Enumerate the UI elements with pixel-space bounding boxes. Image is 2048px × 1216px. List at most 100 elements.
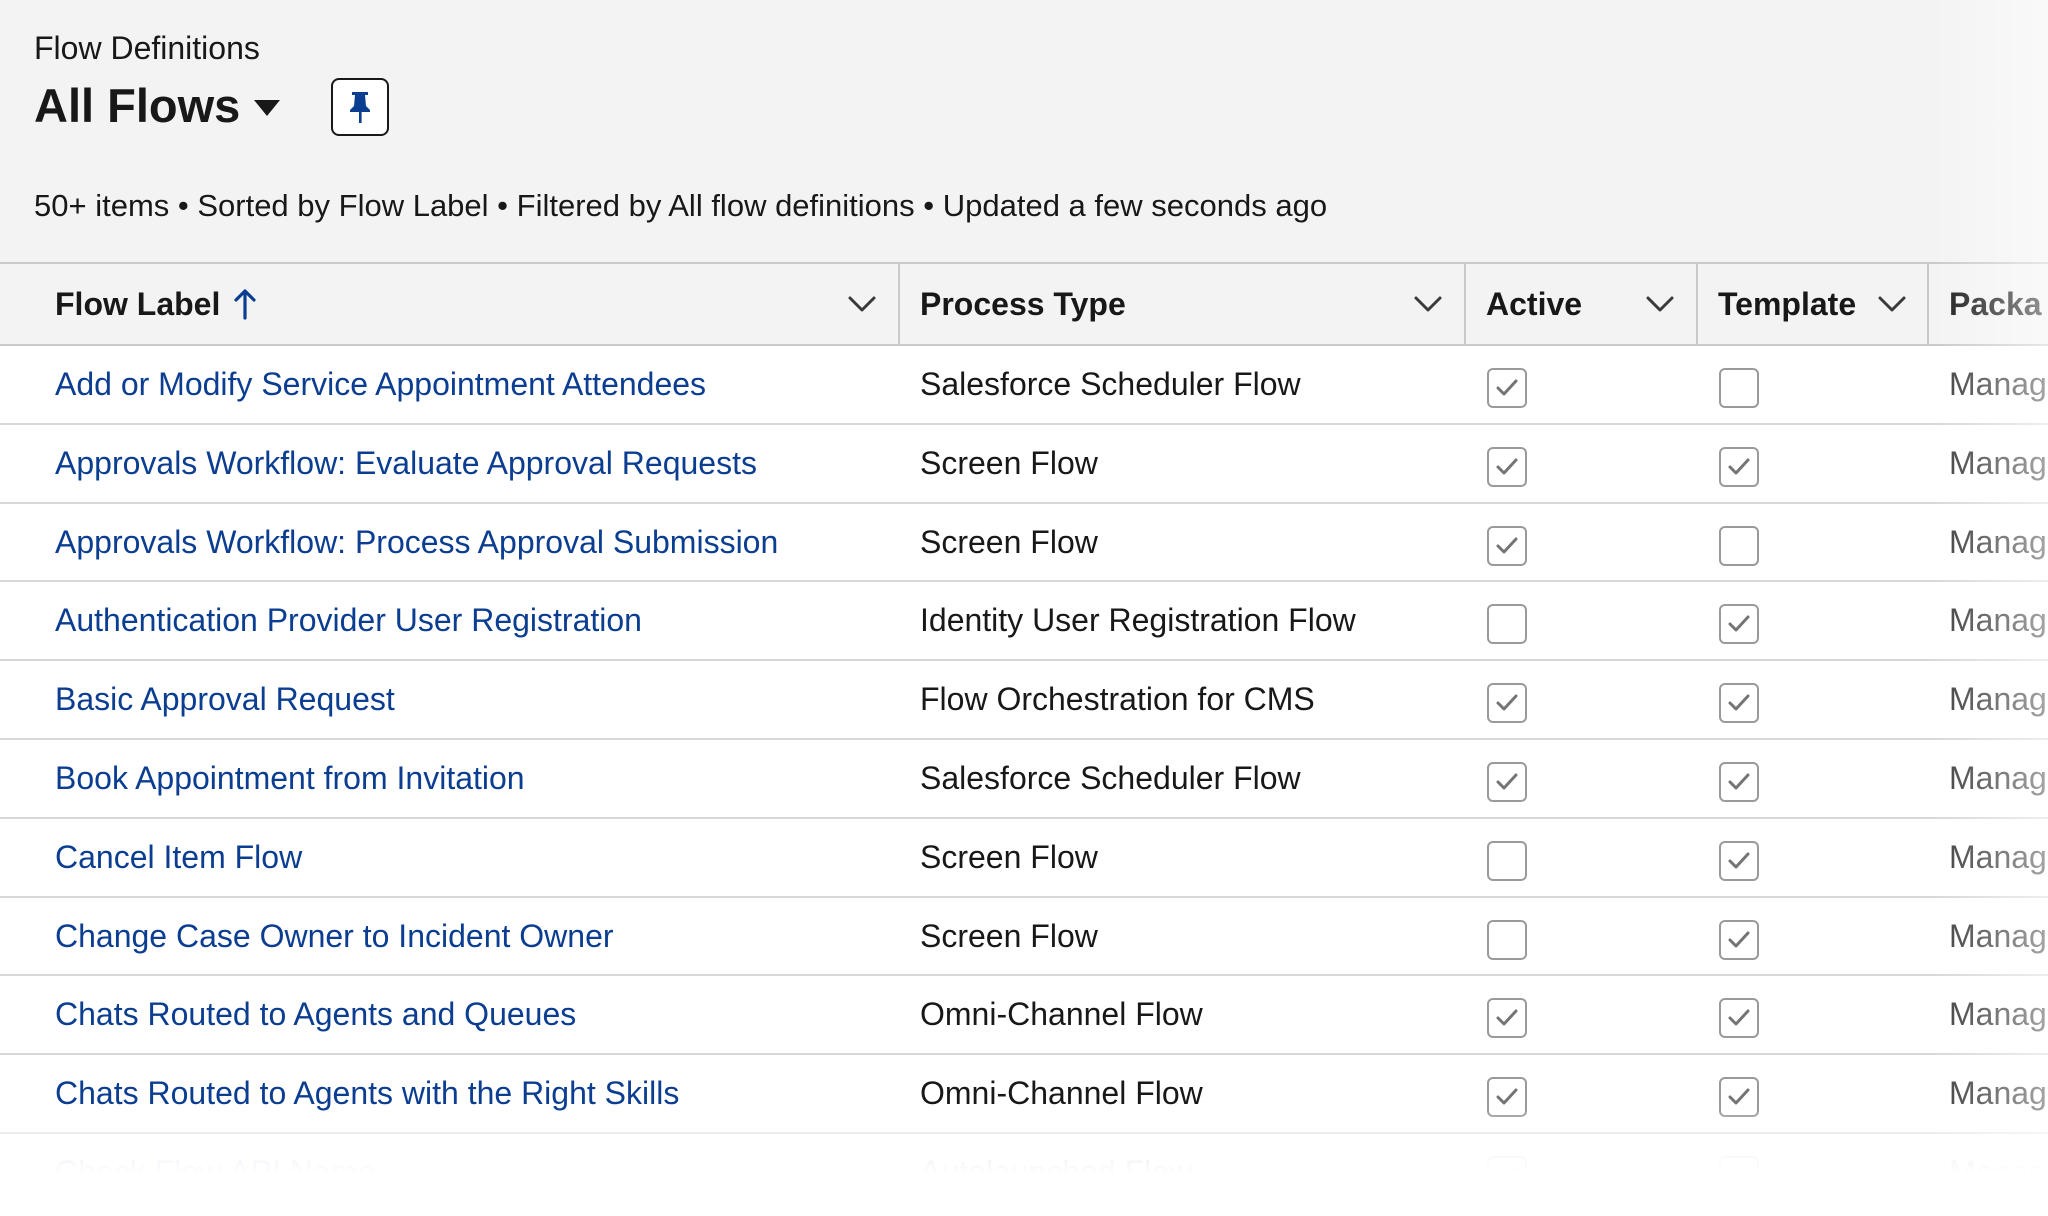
package-state-cell: Manag xyxy=(1949,681,2047,718)
flow-label-link[interactable]: Check Flow API Name xyxy=(55,1134,375,1210)
caret-down-icon[interactable] xyxy=(254,100,280,116)
checkmark-icon xyxy=(1728,1088,1750,1105)
column-header-flow-label[interactable]: Flow Label xyxy=(0,264,900,344)
process-type-cell: Identity User Registration Flow xyxy=(920,602,1356,639)
table-row: Chats Routed to Agents with the Right Sk… xyxy=(0,1055,2048,1134)
chevron-down-icon[interactable] xyxy=(1876,288,1908,320)
active-checkbox xyxy=(1487,840,1527,881)
checkmark-icon xyxy=(1728,773,1750,790)
checkmark-icon xyxy=(1728,852,1750,869)
chevron-down-icon[interactable] xyxy=(1644,288,1676,320)
package-state-cell: Manag xyxy=(1949,602,2047,639)
package-state-cell: Manag xyxy=(1949,996,2047,1033)
active-checkbox xyxy=(1487,683,1527,724)
list-view-summary: 50+ items • Sorted by Flow Label • Filte… xyxy=(34,188,1328,223)
column-header-active[interactable]: Active xyxy=(1466,264,1698,344)
checkmark-icon xyxy=(1496,1009,1518,1026)
template-checkbox xyxy=(1719,1155,1759,1196)
template-checkbox xyxy=(1719,998,1759,1039)
chevron-down-icon[interactable] xyxy=(846,288,878,320)
list-view-header: Flow Definitions All Flows 50+ items • S… xyxy=(0,0,2048,262)
table-row: Chats Routed to Agents and Queues Omni-C… xyxy=(0,976,2048,1056)
table-row: Add or Modify Service Appointment Attend… xyxy=(0,346,2048,425)
flow-label-link[interactable]: Approvals Workflow: Process Approval Sub… xyxy=(55,504,778,580)
column-label: Packa xyxy=(1949,286,2042,322)
template-checkbox xyxy=(1719,525,1759,566)
process-type-cell: Omni-Channel Flow xyxy=(920,996,1203,1033)
flow-label-link[interactable]: Authentication Provider User Registratio… xyxy=(55,582,642,658)
template-checkbox xyxy=(1719,761,1759,802)
active-checkbox xyxy=(1487,998,1527,1039)
flow-label-link[interactable]: Chats Routed to Agents and Queues xyxy=(55,976,576,1052)
column-label: Template xyxy=(1718,286,1857,322)
list-view-title[interactable]: All Flows xyxy=(34,78,240,133)
active-checkbox xyxy=(1487,604,1527,645)
process-type-cell: Screen Flow xyxy=(920,444,1098,481)
table-row: Change Case Owner to Incident Owner Scre… xyxy=(0,897,2048,977)
checkmark-icon xyxy=(1496,694,1518,711)
active-checkbox xyxy=(1487,1155,1527,1196)
template-checkbox xyxy=(1719,840,1759,881)
column-label: Flow Label xyxy=(55,286,221,322)
process-type-cell: Flow Orchestration for CMS xyxy=(920,681,1315,718)
arrow-up-icon xyxy=(234,289,256,320)
template-checkbox xyxy=(1719,604,1759,645)
flow-list-page: Flow Definitions All Flows 50+ items • S… xyxy=(0,0,2048,1216)
table-row: Book Appointment from Invitation Salesfo… xyxy=(0,739,2048,819)
flow-label-link[interactable]: Basic Approval Request xyxy=(55,661,395,737)
column-header-template[interactable]: Template xyxy=(1698,264,1929,344)
table-row: Check Flow API Name Autolaunched Flow Ma… xyxy=(0,1133,2048,1213)
flow-label-link[interactable]: Chats Routed to Agents with the Right Sk… xyxy=(55,1055,679,1131)
pin-icon xyxy=(350,92,370,123)
table-row: Basic Approval Request Flow Orchestratio… xyxy=(0,661,2048,740)
active-checkbox xyxy=(1487,446,1527,487)
column-label: Active xyxy=(1486,286,1583,322)
pin-list-view-button[interactable] xyxy=(331,78,389,136)
checkmark-icon xyxy=(1728,931,1750,948)
package-state-cell: Manag xyxy=(1949,444,2047,481)
process-type-cell: Screen Flow xyxy=(920,917,1098,954)
process-type-cell: Screen Flow xyxy=(920,523,1098,560)
table-row: Authentication Provider User Registratio… xyxy=(0,582,2048,662)
flow-label-link[interactable]: Cancel Item Flow xyxy=(55,819,302,895)
package-state-cell: Manag xyxy=(1949,917,2047,954)
flow-label-link[interactable]: Approvals Workflow: Evaluate Approval Re… xyxy=(55,425,757,501)
checkmark-icon xyxy=(1496,537,1518,554)
object-label: Flow Definitions xyxy=(34,30,260,66)
active-checkbox xyxy=(1487,761,1527,802)
checkmark-icon xyxy=(1728,1009,1750,1026)
column-header-process-type[interactable]: Process Type xyxy=(900,264,1466,344)
table-row: Approvals Workflow: Evaluate Approval Re… xyxy=(0,424,2048,504)
checkmark-icon xyxy=(1728,458,1750,475)
column-header-package[interactable]: Packa xyxy=(1929,264,2048,344)
flow-label-link[interactable]: Add or Modify Service Appointment Attend… xyxy=(55,346,706,422)
checkmark-icon xyxy=(1496,458,1518,475)
flow-label-link[interactable]: Book Appointment from Invitation xyxy=(55,740,525,816)
process-type-cell: Salesforce Scheduler Flow xyxy=(920,759,1301,796)
chevron-down-icon[interactable] xyxy=(1412,288,1444,320)
active-checkbox xyxy=(1487,525,1527,566)
package-state-cell: Manag xyxy=(1949,838,2047,875)
table-row: Cancel Item Flow Screen Flow Manag xyxy=(0,818,2048,898)
active-checkbox xyxy=(1487,1077,1527,1118)
checkmark-icon xyxy=(1496,1167,1518,1184)
checkmark-icon xyxy=(1728,694,1750,711)
template-checkbox xyxy=(1719,683,1759,724)
table-row: Approvals Workflow: Process Approval Sub… xyxy=(0,503,2048,583)
flow-label-link[interactable]: Change Case Owner to Incident Owner xyxy=(55,898,614,974)
package-state-cell: Manag xyxy=(1949,523,2047,560)
checkmark-icon xyxy=(1496,1088,1518,1105)
checkmark-icon xyxy=(1728,615,1750,632)
active-checkbox xyxy=(1487,368,1527,408)
package-state-cell: Manag xyxy=(1949,1075,2047,1112)
table-header: Flow Label Process Type Active Template xyxy=(0,262,2048,346)
checkmark-icon xyxy=(1496,773,1518,790)
template-checkbox xyxy=(1719,368,1759,408)
package-state-cell: Manag xyxy=(1949,759,2047,796)
package-state-cell: Manag xyxy=(1949,366,2047,402)
template-checkbox xyxy=(1719,446,1759,487)
process-type-cell: Screen Flow xyxy=(920,838,1098,875)
checkmark-icon xyxy=(1496,379,1518,396)
process-type-cell: Autolaunched Flow xyxy=(920,1153,1193,1190)
table-body: Add or Modify Service Appointment Attend… xyxy=(0,346,2048,1213)
